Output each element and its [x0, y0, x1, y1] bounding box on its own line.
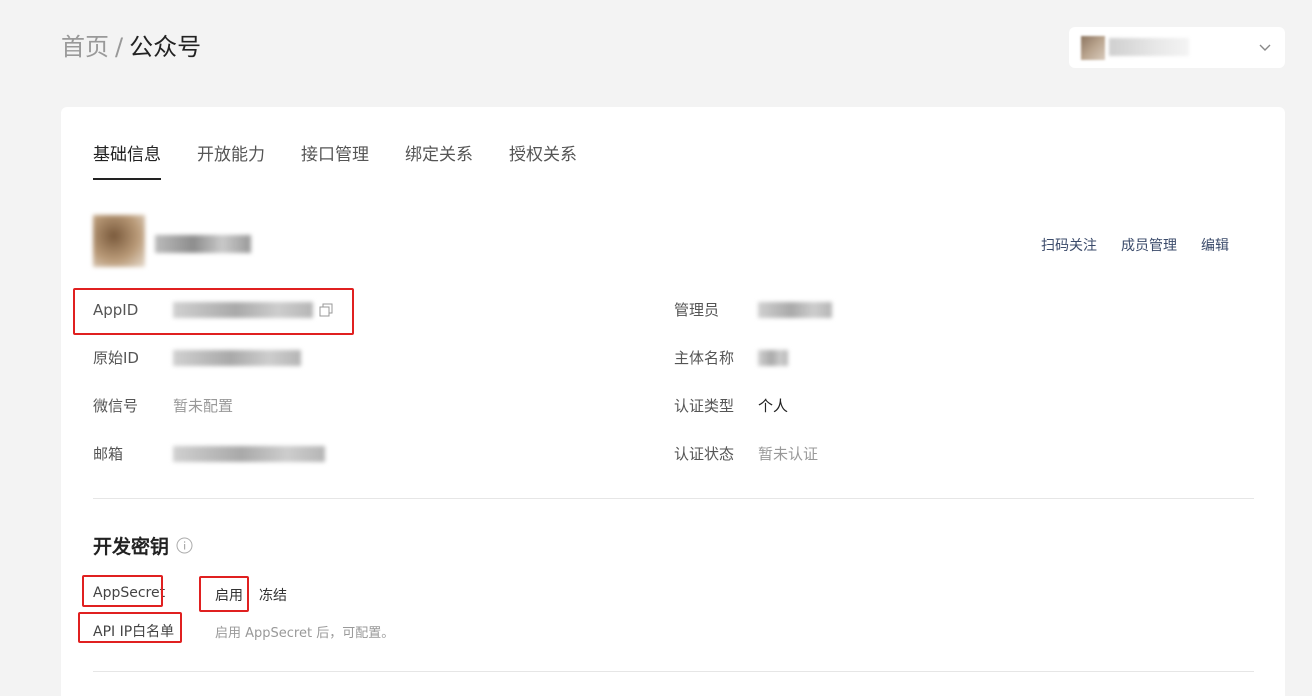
admin-value-redacted	[758, 302, 832, 318]
dev-key-title-text: 开发密钥	[93, 536, 170, 558]
tab-open-capability[interactable]: 开放能力	[197, 143, 265, 180]
freeze-appsecret-link[interactable]: 冻结	[259, 585, 287, 605]
cert-type-row: 认证类型 个人	[674, 395, 788, 417]
original-id-value-redacted	[173, 350, 301, 366]
entity-name-row: 主体名称	[674, 347, 788, 369]
wechat-id-label: 微信号	[93, 397, 139, 415]
tab-basic-info[interactable]: 基础信息	[93, 143, 161, 180]
tab-bar: 基础信息 开放能力 接口管理 绑定关系 授权关系	[93, 143, 577, 180]
annotation-box-appid	[73, 288, 354, 335]
cert-status-value: 暂未认证	[758, 445, 819, 463]
account-name-redacted	[155, 235, 251, 253]
dev-key-title: 开发密钥	[93, 532, 193, 559]
ip-whitelist-hint: 启用 AppSecret 后，可配置。	[215, 626, 395, 641]
email-value-redacted	[173, 446, 325, 462]
breadcrumb-separator: /	[115, 33, 124, 61]
original-id-label: 原始ID	[93, 349, 139, 367]
original-id-row: 原始ID	[93, 347, 301, 369]
cert-type-label: 认证类型	[674, 397, 735, 415]
annotation-box-appsecret	[82, 575, 163, 607]
info-icon[interactable]	[176, 537, 193, 554]
entity-name-value-redacted	[758, 350, 788, 366]
breadcrumb-home[interactable]: 首页	[61, 33, 109, 61]
member-manage-link[interactable]: 成员管理	[1121, 235, 1177, 255]
profile-actions: 扫码关注 成员管理 编辑	[1041, 235, 1229, 255]
cert-status-row: 认证状态 暂未认证	[674, 443, 818, 465]
email-label: 邮箱	[93, 445, 124, 463]
section-divider	[93, 498, 1254, 499]
tab-binding[interactable]: 绑定关系	[405, 143, 473, 180]
account-avatar	[1081, 36, 1105, 60]
cert-type-value: 个人	[758, 397, 789, 415]
section-divider-bottom	[93, 671, 1254, 672]
tab-authorization[interactable]: 授权关系	[509, 143, 577, 180]
breadcrumb: 首页 / 公众号	[61, 30, 201, 64]
chevron-down-icon	[1259, 44, 1271, 51]
scan-follow-link[interactable]: 扫码关注	[1041, 235, 1097, 255]
entity-name-label: 主体名称	[674, 349, 735, 367]
account-select[interactable]	[1069, 27, 1285, 68]
email-row: 邮箱	[93, 443, 325, 465]
admin-row: 管理员	[674, 299, 832, 321]
annotation-box-ip-whitelist	[78, 612, 182, 643]
breadcrumb-current: 公众号	[129, 33, 202, 61]
account-avatar-large	[93, 215, 145, 267]
admin-label: 管理员	[674, 301, 720, 319]
cert-status-label: 认证状态	[674, 445, 735, 463]
annotation-box-enable	[199, 576, 249, 612]
account-name-redacted	[1109, 38, 1189, 56]
wechat-id-value: 暂未配置	[173, 397, 234, 415]
tab-api-management[interactable]: 接口管理	[301, 143, 369, 180]
wechat-id-row: 微信号 暂未配置	[93, 395, 233, 417]
edit-link[interactable]: 编辑	[1201, 235, 1229, 255]
